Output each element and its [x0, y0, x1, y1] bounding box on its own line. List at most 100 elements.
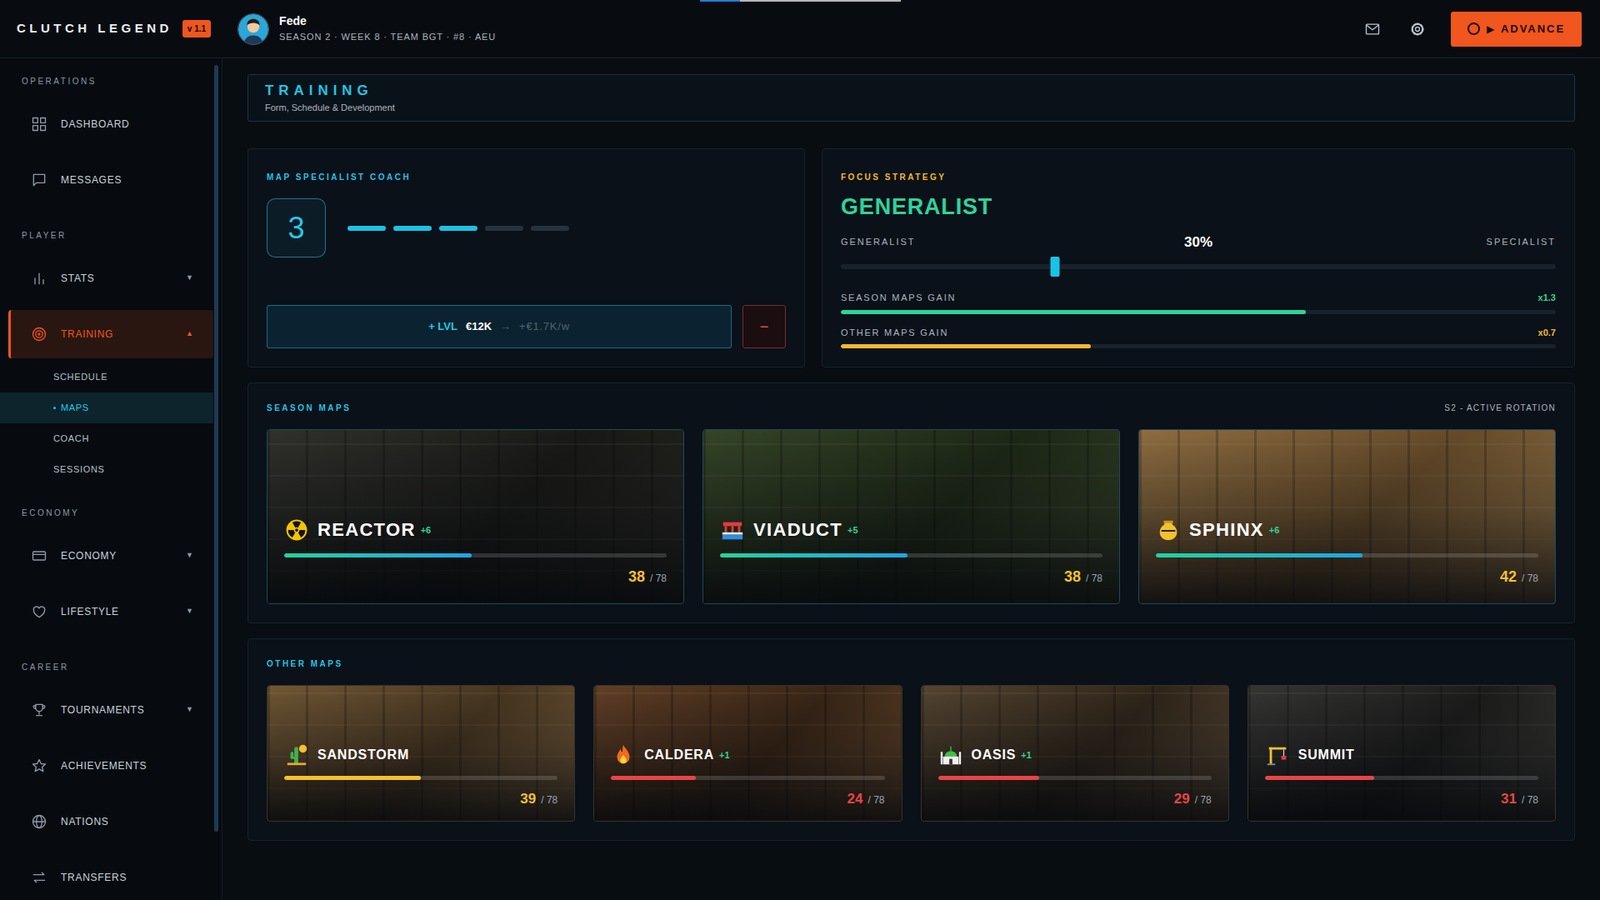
sidebar-item-body[interactable]: ECONOMY ▼	[8, 531, 214, 580]
sidebar-subitem[interactable]: SCHEDULE	[0, 361, 214, 393]
map-info: VIADUCT+5 38/ 78	[703, 430, 1120, 604]
map-score: 24/ 78	[610, 788, 885, 810]
map-card[interactable]: SPHINX+642/ 78	[1138, 429, 1556, 605]
user-info: FedeSEASON 2 · WEEK 8 · TEAM BGT · #8 · …	[279, 14, 496, 43]
coach-card: MAP SPECIALIST COACH3+ LVL€12K→+€1.7K/w−	[247, 148, 805, 368]
sidebar-item[interactable]: TRANSFERS	[0, 849, 222, 900]
sidebar: OPERATIONS DASHBOARD MESSAGES PLAYER STATS▼ T…	[0, 58, 223, 900]
left-label: GENERALIST	[840, 235, 1185, 250]
level-pip	[347, 225, 386, 231]
loading-bar	[700, 0, 901, 2]
sidebar-item[interactable]: LIFESTYLE▼	[0, 583, 222, 640]
map-delta: +1	[719, 748, 730, 763]
flame-icon	[610, 742, 636, 768]
sidebar-subitem[interactable]: SESSIONS	[0, 454, 214, 485]
expand-arrow[interactable]: ▼	[185, 704, 194, 716]
map-progress-fill	[1265, 775, 1375, 780]
map-card[interactable]: VIADUCT+5 38/ 78	[702, 429, 1120, 605]
sidebar-item-body[interactable]: ACHIEVEMENTS	[8, 741, 214, 790]
mail-icon	[1364, 20, 1381, 38]
sidebar-item-label: ACHIEVEMENTS	[60, 758, 147, 774]
focus-slider[interactable]	[840, 264, 1556, 270]
sidebar-subitem[interactable]: COACH	[0, 423, 214, 455]
training-page: TRAININGForm, Schedule & DevelopmentMAP …	[222, 58, 1600, 900]
map-progress	[938, 775, 1212, 780]
expand-arrow[interactable]: ▼	[185, 605, 194, 618]
map-score: 38/ 78	[720, 565, 1103, 589]
user-subtitle: SEASON 2 · WEEK 8 · TEAM BGT · #8 · AEU	[279, 31, 496, 44]
sidebar-item[interactable]: TRAINING▲	[0, 305, 222, 362]
page-header: TRAININGForm, Schedule & Development	[247, 74, 1575, 122]
sidebar-item[interactable]: ACHIEVEMENTS	[0, 737, 222, 794]
sidebar-item-body[interactable]: TRAINING▲	[8, 310, 214, 359]
arrow-icon: →	[500, 318, 511, 335]
map-info: SPHINX+642/ 78	[1139, 430, 1555, 604]
settings-button[interactable]	[1405, 17, 1430, 41]
expand-arrow[interactable]: ▼	[185, 272, 194, 285]
upgrade-button[interactable]: + LVL€12K→+€1.7K/w	[266, 305, 732, 349]
map-progress-fill	[284, 553, 472, 558]
sidebar-item-body[interactable]: DASHBOARD	[8, 100, 214, 149]
gain-label: OTHER MAPS GAIN	[840, 325, 949, 340]
map-card[interactable]: SUMMIT31/ 78	[1247, 685, 1556, 822]
coach-actions: + LVL€12K→+€1.7K/w−	[266, 305, 786, 349]
map-card[interactable]: REACTOR+6 38/ 78	[266, 429, 685, 605]
sidebar-item-body[interactable]: MESSAGES	[8, 155, 214, 205]
sidebar-item-label: TOURNAMENTS	[60, 702, 145, 718]
sidebar-item-body[interactable]: TOURNAMENTS ▼	[8, 685, 214, 735]
map-name-row: REACTOR+6	[284, 515, 667, 544]
sidebar-item[interactable]: NATIONS	[0, 793, 222, 850]
map-info: SANDSTORM39/ 78	[267, 685, 575, 821]
user-profile[interactable]: FedeSEASON 2 · WEEK 8 · TEAM BGT · #8 · …	[237, 13, 496, 45]
focus-card: FOCUS STRATEGYGENERALISTGENERALIST30%SPE…	[821, 148, 1575, 368]
map-max: / 78	[1085, 570, 1103, 586]
map-card[interactable]: OASIS+129/ 78	[920, 685, 1230, 822]
sidebar-item[interactable]: TOURNAMENTS ▼	[0, 681, 222, 738]
section-title: OPERATIONS	[0, 74, 222, 90]
sidebar-item-body[interactable]: TRANSFERS	[8, 853, 214, 900]
gain-row: OTHER MAPS GAINx0.7	[840, 325, 1556, 350]
mosque-icon	[938, 742, 964, 768]
map-score: 29/ 78	[938, 788, 1212, 810]
season-maps-header: SEASON MAPSS2 - ACTIVE ROTATION	[266, 401, 1556, 415]
coach-level-row: 3	[266, 198, 786, 258]
map-name-row: VIADUCT+5	[720, 515, 1103, 544]
mail-button[interactable]	[1360, 17, 1385, 41]
map-score: 38/ 78	[284, 565, 667, 589]
sidebar-item-body[interactable]: NATIONS	[8, 797, 214, 846]
expand-arrow[interactable]: ▲	[185, 328, 194, 340]
map-info: OASIS+129/ 78	[921, 685, 1229, 821]
user-name: Fede	[279, 14, 496, 30]
map-progress-fill	[1155, 553, 1363, 558]
sidebar-item-body[interactable]: STATS▼	[8, 254, 214, 303]
scrollbar-thumb[interactable]	[214, 65, 219, 832]
map-card[interactable]: SANDSTORM39/ 78	[266, 685, 575, 822]
gain-labels: SEASON MAPS GAINx1.3	[840, 290, 1556, 305]
advance-button[interactable]: ▶ADVANCE	[1450, 11, 1582, 47]
vase-icon	[1155, 517, 1181, 543]
map-max: / 78	[1521, 570, 1539, 586]
sidebar-item[interactable]: DASHBOARD	[0, 95, 222, 152]
gain-value: x1.3	[1538, 290, 1556, 305]
sidebar-item-label: MESSAGES	[60, 172, 122, 188]
gain-labels: OTHER MAPS GAINx0.7	[840, 325, 1556, 340]
expand-arrow[interactable]: ▼	[185, 550, 194, 562]
downgrade-button[interactable]: −	[742, 305, 786, 349]
sidebar-item[interactable]: ECONOMY ▼	[0, 527, 222, 584]
map-progress-fill	[610, 775, 696, 780]
season-maps-panel: SEASON MAPSS2 - ACTIVE ROTATION REACTOR+6…	[247, 382, 1575, 624]
sidebar-subitem[interactable]: MAPS	[0, 392, 214, 424]
sidebar-item-body[interactable]: LIFESTYLE▼	[8, 587, 214, 636]
level-pips	[347, 225, 570, 231]
section-title: PLAYER	[0, 228, 222, 244]
map-shade	[267, 430, 684, 604]
map-card[interactable]: CALDERA+124/ 78	[593, 685, 902, 822]
section-title: CAREER	[0, 660, 222, 675]
sidebar-item[interactable]: STATS▼	[0, 250, 222, 306]
sidebar-item-label: ECONOMY	[60, 548, 117, 564]
slider-thumb[interactable]	[1050, 256, 1060, 277]
avatar-icon	[237, 13, 270, 45]
upgrade-effect: +€1.7K/w	[519, 318, 570, 335]
map-name: SANDSTORM	[317, 745, 410, 765]
sidebar-item[interactable]: MESSAGES	[0, 151, 222, 208]
